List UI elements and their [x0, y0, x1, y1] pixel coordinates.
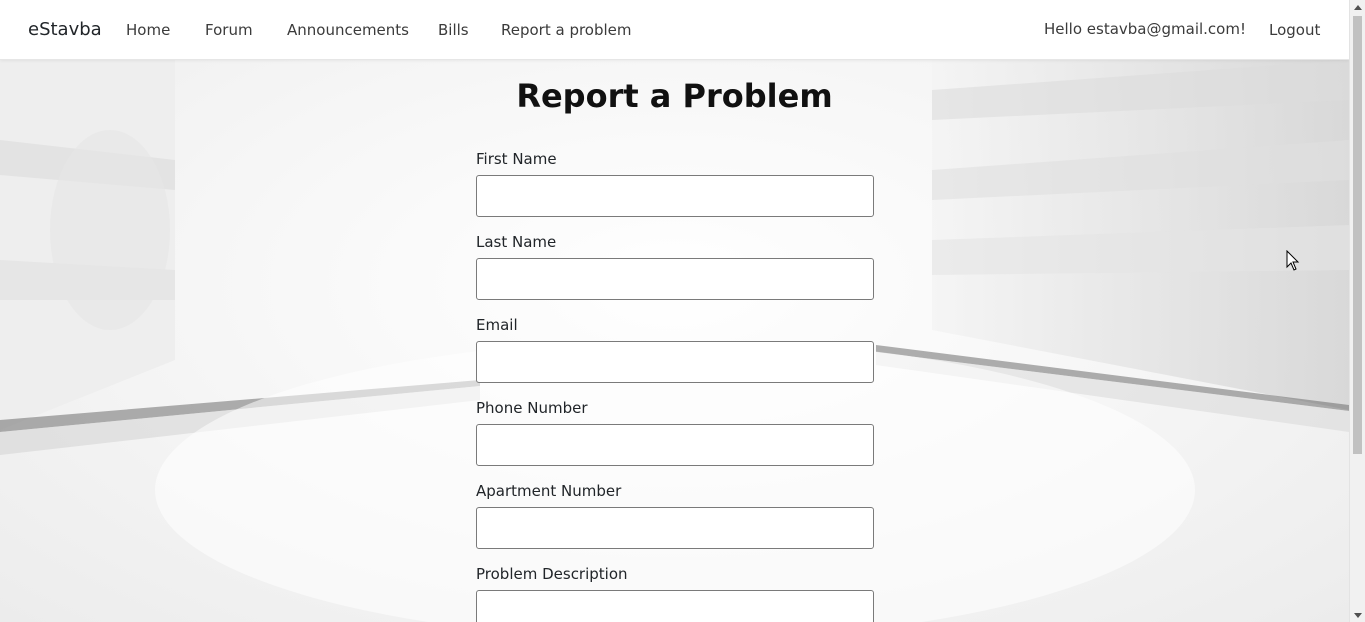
top-navbar: eStavba Home Forum Announcements Bills R…: [0, 0, 1349, 60]
scrollbar-thumb[interactable]: [1353, 16, 1362, 454]
nav-link-report-problem[interactable]: Report a problem: [501, 21, 632, 40]
nav-link-forum[interactable]: Forum: [205, 21, 253, 40]
phone-number-field[interactable]: [476, 424, 874, 466]
apartment-number-label: Apartment Number: [476, 482, 622, 500]
first-name-field[interactable]: [476, 175, 874, 217]
user-greeting: Hello estavba@gmail.com!: [1044, 20, 1246, 38]
chevron-up-icon[interactable]: [1350, 0, 1365, 14]
email-label: Email: [476, 316, 518, 334]
apartment-number-field[interactable]: [476, 507, 874, 549]
last-name-label: Last Name: [476, 233, 557, 251]
problem-description-field[interactable]: [476, 590, 874, 622]
mouse-pointer-icon: [1286, 249, 1300, 276]
chevron-down-icon[interactable]: [1350, 608, 1365, 622]
problem-description-label: Problem Description: [476, 565, 628, 583]
page-scrollbar[interactable]: [1349, 0, 1365, 622]
page-title: Report a Problem: [516, 77, 833, 115]
phone-number-label: Phone Number: [476, 399, 588, 417]
first-name-label: First Name: [476, 150, 557, 168]
nav-link-bills[interactable]: Bills: [438, 21, 469, 40]
nav-link-home[interactable]: Home: [126, 21, 170, 40]
email-field[interactable]: [476, 341, 874, 383]
logout-link[interactable]: Logout: [1269, 21, 1320, 40]
nav-link-announcements[interactable]: Announcements: [287, 21, 409, 40]
last-name-field[interactable]: [476, 258, 874, 300]
brand-logo-link[interactable]: eStavba: [28, 19, 102, 41]
